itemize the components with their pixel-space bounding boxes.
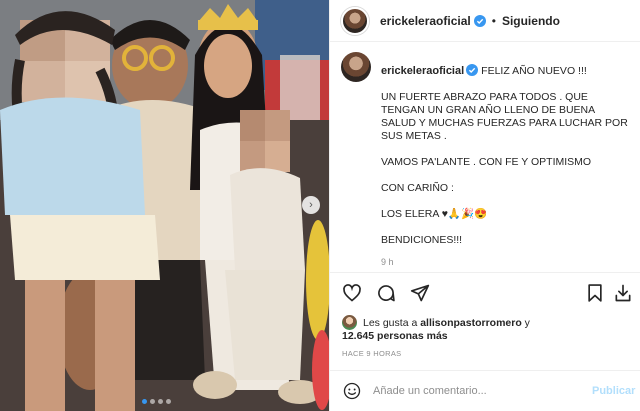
instagram-post: › erickeleraoficial • Siguiendo erickele… bbox=[0, 0, 640, 411]
caption-paragraph: UN FUERTE ABRAZO PARA TODOS . QUE TENGAN… bbox=[381, 91, 628, 142]
comment-bubble-icon bbox=[378, 284, 395, 301]
verified-badge-icon bbox=[466, 64, 479, 76]
bookmark-icon bbox=[588, 283, 602, 302]
liker-username[interactable]: allisonpastorromero bbox=[420, 317, 522, 329]
post-timestamp[interactable]: HACE 9 HORAS bbox=[342, 349, 401, 358]
post-header: erickeleraoficial • Siguiendo bbox=[330, 0, 640, 42]
header-separator: • bbox=[491, 13, 496, 28]
author-avatar[interactable] bbox=[341, 6, 369, 35]
caption-paragraph: LOS ELERA ♥🙏🎉😍 bbox=[381, 208, 488, 220]
verified-badge-icon bbox=[473, 14, 486, 27]
carousel-dot bbox=[142, 399, 147, 404]
author-username[interactable]: erickeleraoficial bbox=[380, 14, 471, 28]
caption-username[interactable]: erickeleraoficial bbox=[381, 65, 464, 77]
download-button[interactable] bbox=[613, 283, 633, 303]
follow-status-button[interactable]: Siguiendo bbox=[502, 14, 560, 28]
carousel-next-button[interactable]: › bbox=[302, 196, 320, 214]
caption-line1: FELIZ AÑO NUEVO !!! bbox=[481, 65, 587, 77]
likes-conjunction: y bbox=[524, 316, 530, 329]
comment-button[interactable] bbox=[376, 283, 396, 303]
likes-prefix: Les gusta a bbox=[363, 316, 418, 329]
add-comment-bar: Publicar bbox=[330, 370, 640, 411]
caption-author-avatar[interactable] bbox=[341, 52, 371, 82]
caption-text: erickeleraoficial FELIZ AÑO NUEVO !!! UN … bbox=[381, 64, 631, 269]
post-sidebar: erickeleraoficial • Siguiendo erickelera… bbox=[329, 0, 640, 411]
photo-illustration bbox=[0, 0, 329, 411]
like-button[interactable] bbox=[342, 283, 362, 303]
publish-button[interactable]: Publicar bbox=[592, 385, 635, 397]
action-bar bbox=[330, 272, 640, 312]
comment-input[interactable] bbox=[373, 385, 573, 397]
carousel-dot bbox=[166, 399, 171, 404]
carousel-dot bbox=[158, 399, 163, 404]
post-photo[interactable]: › bbox=[0, 0, 329, 411]
likes-count-link[interactable]: 12.645 personas más bbox=[342, 330, 448, 342]
heart-icon bbox=[343, 283, 361, 302]
paper-plane-icon bbox=[410, 284, 430, 301]
save-button[interactable] bbox=[585, 283, 605, 303]
chevron-right-icon: › bbox=[309, 198, 313, 211]
caption-paragraph: VAMOS PA'LANTE . CON FE Y OPTIMISMO bbox=[381, 156, 592, 168]
liker-avatar[interactable] bbox=[342, 315, 357, 330]
share-button[interactable] bbox=[410, 283, 430, 303]
download-icon bbox=[615, 284, 631, 301]
caption-paragraph: BENDICIONES!!! bbox=[381, 234, 463, 246]
caption-paragraph: CON CARIÑO : bbox=[381, 182, 454, 194]
smiley-icon[interactable] bbox=[343, 382, 361, 400]
caption: erickeleraoficial FELIZ AÑO NUEVO !!! UN … bbox=[341, 50, 640, 269]
carousel-dots bbox=[142, 399, 171, 404]
likes-summary: Les gusta a allisonpastorromero y bbox=[342, 315, 530, 330]
caption-area: erickeleraoficial FELIZ AÑO NUEVO !!! UN … bbox=[330, 50, 640, 272]
caption-time: 9 h bbox=[381, 257, 394, 267]
carousel-dot bbox=[150, 399, 155, 404]
